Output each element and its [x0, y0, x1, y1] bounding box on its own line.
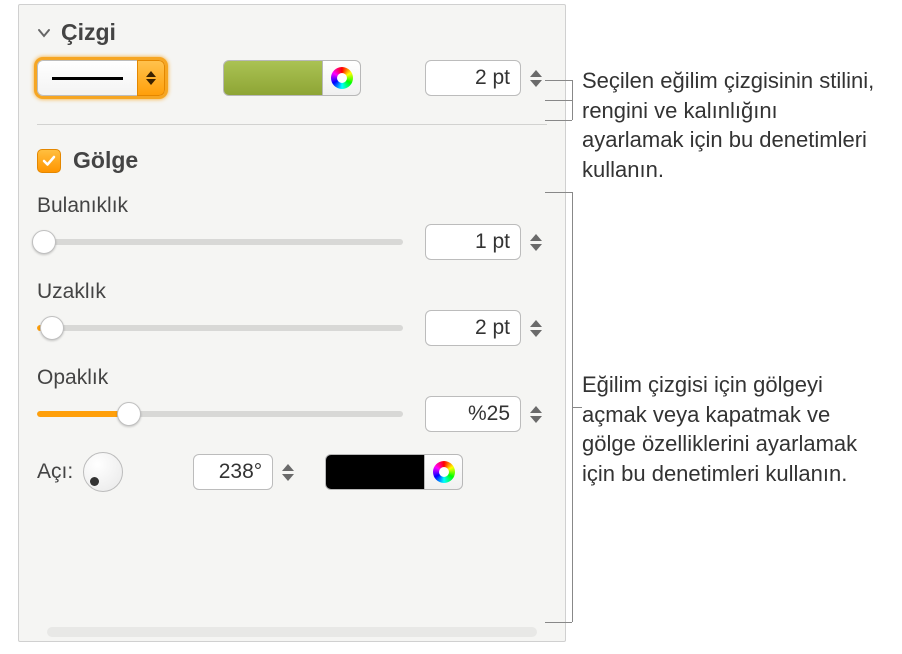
annotation-line: Seçilen eğilim çizgisinin stilini, rengi…: [582, 66, 882, 185]
distance-step-up[interactable]: [530, 320, 542, 327]
opacity-slider[interactable]: [37, 396, 403, 432]
line-style-preview: [37, 60, 137, 96]
angle-row: Açı:: [37, 452, 547, 492]
blur-step-up[interactable]: [530, 234, 542, 241]
distance-step-down[interactable]: [530, 330, 542, 337]
opacity-input[interactable]: [425, 396, 521, 432]
stepper-arrows-icon: [137, 60, 165, 96]
solid-line-icon: [52, 77, 123, 80]
divider: [37, 124, 547, 125]
distance-slider[interactable]: [37, 310, 403, 346]
opacity-label: Opaklık: [37, 366, 547, 390]
annot-leader: [545, 622, 572, 623]
line-style-row: [37, 58, 547, 98]
annot-bracket: [572, 80, 573, 120]
annot-leader: [545, 192, 572, 193]
blur-input[interactable]: [425, 224, 521, 260]
angle-indicator-icon: [90, 477, 99, 486]
angle-label: Açı:: [37, 460, 73, 484]
shadow-checkbox[interactable]: [37, 149, 61, 173]
triangle-down-icon: [146, 79, 156, 85]
shadow-color-well[interactable]: [325, 454, 425, 490]
blur-slider[interactable]: [37, 224, 403, 260]
color-wheel-icon: [331, 67, 353, 89]
color-wheel-icon: [433, 461, 455, 483]
line-style-select[interactable]: [37, 60, 165, 96]
triangle-up-icon: [146, 71, 156, 77]
shadow-section-header: Gölge: [37, 147, 547, 174]
line-color-picker-button[interactable]: [323, 60, 361, 96]
line-section-title: Çizgi: [61, 19, 116, 46]
annot-leader: [545, 100, 572, 101]
opacity-step-down[interactable]: [530, 416, 542, 423]
inspector-panel: Çizgi: [18, 4, 566, 642]
line-color-well[interactable]: [223, 60, 323, 96]
line-section-header[interactable]: Çizgi: [37, 19, 547, 46]
line-thickness-step-up[interactable]: [530, 70, 542, 77]
annotation-shadow: Eğilim çizgisi için gölgeyi açmak veya k…: [582, 370, 882, 489]
annot-leader: [572, 407, 582, 408]
blur-step-down[interactable]: [530, 244, 542, 251]
angle-dial[interactable]: [83, 452, 123, 492]
checkmark-icon: [42, 154, 56, 168]
line-thickness-input[interactable]: [425, 60, 521, 96]
line-thickness-step-down[interactable]: [530, 80, 542, 87]
angle-step-down[interactable]: [282, 474, 294, 481]
angle-input[interactable]: [193, 454, 273, 490]
shadow-color-picker-button[interactable]: [425, 454, 463, 490]
annot-leader: [545, 80, 572, 81]
distance-input[interactable]: [425, 310, 521, 346]
chevron-down-icon: [37, 26, 51, 40]
opacity-step-up[interactable]: [530, 406, 542, 413]
annot-leader: [545, 120, 572, 121]
distance-label: Uzaklık: [37, 280, 547, 304]
scrollbar[interactable]: [47, 627, 537, 637]
blur-label: Bulanıklık: [37, 194, 547, 218]
shadow-section-title: Gölge: [73, 147, 138, 174]
angle-step-up[interactable]: [282, 464, 294, 471]
